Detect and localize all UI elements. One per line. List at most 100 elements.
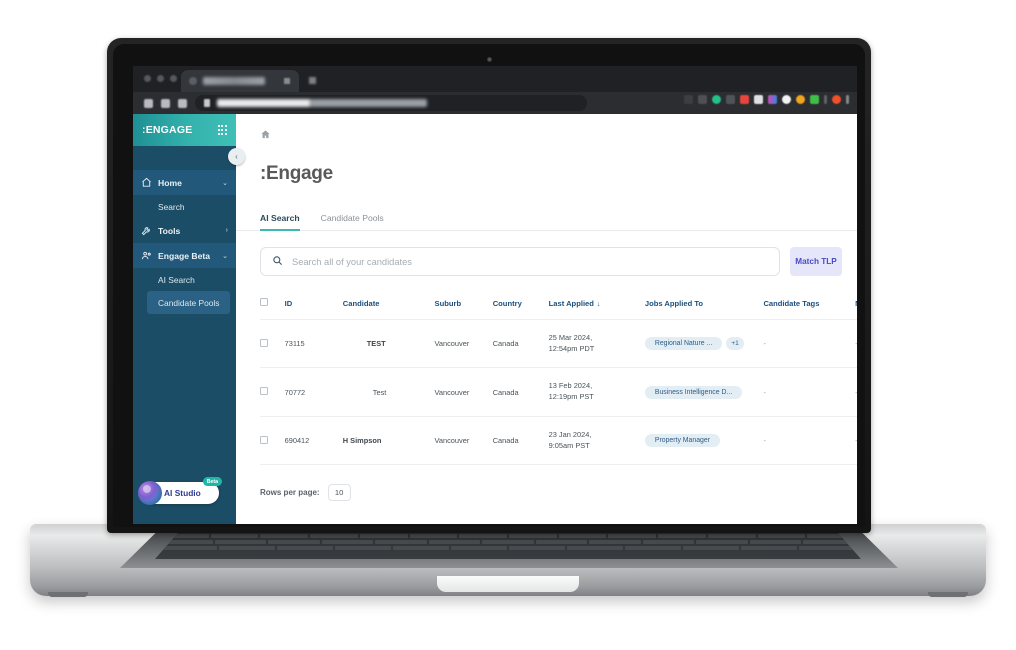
sidebar-item-home[interactable]: Home ⌄: [133, 170, 236, 195]
checkbox-icon[interactable]: [260, 435, 268, 444]
table-row[interactable]: 690412 H Simpson Vancouver Canada 23 Jan…: [260, 415, 857, 466]
extension-icon-5[interactable]: [740, 95, 749, 104]
ai-studio-button[interactable]: AI Studio Beta: [138, 477, 222, 505]
sidebar-collapse-button[interactable]: ‹: [228, 148, 245, 165]
extension-tray[interactable]: [684, 95, 849, 104]
extension-icon-10[interactable]: [810, 95, 819, 104]
ai-studio-container: AI Studio Beta: [133, 477, 236, 524]
tab-ai-search[interactable]: AI Search: [260, 213, 300, 231]
column-header-jobs-applied-to[interactable]: Jobs Applied To: [645, 298, 764, 320]
beta-badge: Beta: [202, 477, 222, 486]
extension-icon-7[interactable]: [768, 95, 777, 104]
laptop-mockup-scene: :ENGAGE ‹ Home ⌄ Search Tools › Engage B…: [0, 0, 1016, 650]
extension-icon-4[interactable]: [726, 95, 735, 104]
extension-icon-6[interactable]: [754, 95, 763, 104]
checkbox-icon[interactable]: [260, 298, 268, 306]
job-chip[interactable]: Property Manager: [644, 434, 720, 448]
window-controls[interactable]: [144, 75, 177, 82]
job-chip-overflow[interactable]: +1: [726, 337, 744, 351]
tab-title-blurred: [203, 77, 265, 85]
sidebar-brand[interactable]: :ENGAGE: [133, 114, 236, 146]
table-row[interactable]: 70772 Test Vancouver Canada 13 Feb 2024,…: [260, 367, 857, 417]
select-all-header[interactable]: [260, 298, 285, 320]
rows-per-page-select[interactable]: 10: [327, 484, 351, 502]
table-header-row: ID Candidate Suburb Country Last Applied…: [260, 298, 857, 320]
ai-orb-icon: [138, 481, 162, 505]
cell-suburb: Vancouver: [434, 318, 493, 368]
breadcrumb[interactable]: [236, 114, 857, 145]
row-checkbox-cell[interactable]: [260, 318, 285, 368]
column-header-id[interactable]: ID: [285, 298, 343, 320]
sidebar-item-label: Home: [158, 177, 182, 188]
main-content: :Engage AI Search Candidate Pools Search…: [236, 114, 857, 524]
applied-date: 13 Feb 2024,: [548, 381, 593, 391]
back-arrow-icon[interactable]: [144, 99, 153, 108]
sidebar-nav: Home ⌄ Search Tools › Engage Beta ⌄ AI S…: [133, 146, 236, 314]
extension-icon-3[interactable]: [712, 95, 721, 104]
trackpad-notch: [437, 576, 579, 592]
column-header-candidate-tags[interactable]: Candidate Tags: [763, 298, 855, 320]
window-close-dot[interactable]: [144, 75, 151, 82]
cell-suburb: Vancouver: [434, 367, 493, 417]
sidebar: :ENGAGE ‹ Home ⌄ Search Tools › Engage B…: [133, 114, 245, 524]
row-checkbox-cell[interactable]: [260, 367, 285, 417]
grid-apps-icon[interactable]: [217, 125, 227, 135]
column-header-country[interactable]: Country: [493, 298, 549, 320]
table-row[interactable]: 73115 TEST Vancouver Canada 25 Mar 2024,…: [260, 318, 857, 368]
reload-icon[interactable]: [178, 99, 187, 108]
rows-per-page-label: Rows per page:: [260, 488, 320, 498]
cell-id: 690412: [284, 415, 343, 466]
webcam-icon: [487, 57, 492, 62]
extension-icon-11[interactable]: [824, 95, 827, 104]
cell-candidate: Test: [342, 367, 435, 417]
applied-time: 12:54pm PDT: [548, 343, 595, 353]
search-input[interactable]: Search all of your candidates: [260, 247, 780, 276]
sidebar-item-tools[interactable]: Tools ›: [133, 218, 236, 243]
extension-icon-1[interactable]: [684, 95, 693, 104]
cell-candidate: TEST: [342, 318, 435, 368]
tab-close-icon[interactable]: [284, 78, 290, 84]
column-header-not[interactable]: Not: [855, 298, 857, 320]
chevron-right-icon: ›: [225, 227, 228, 234]
job-chip[interactable]: Business Intelligence D...: [644, 385, 743, 399]
column-header-suburb[interactable]: Suburb: [435, 298, 493, 320]
applied-time: 9:05am PST: [548, 440, 590, 450]
extension-icon-12[interactable]: [832, 95, 841, 104]
sidebar-item-search[interactable]: Search: [133, 195, 236, 218]
extension-icon-8[interactable]: [782, 95, 791, 104]
cell-last-applied: 23 Jan 2024, 9:05am PST: [548, 415, 645, 466]
sort-descending-icon[interactable]: ↓: [597, 301, 601, 308]
extension-icon-13[interactable]: [846, 95, 849, 104]
sidebar-item-label: Tools: [158, 225, 181, 236]
window-maximize-dot[interactable]: [170, 75, 177, 82]
job-chip[interactable]: Regional Nature ...: [644, 337, 723, 351]
tab-candidate-pools[interactable]: Candidate Pools: [321, 213, 384, 230]
sidebar-item-candidate-pools[interactable]: Candidate Pools: [147, 291, 230, 314]
column-header-last-applied[interactable]: Last Applied ↓: [549, 298, 645, 320]
browser-tab[interactable]: [181, 70, 299, 92]
cell-suburb: Vancouver: [434, 415, 493, 466]
people-icon: [141, 250, 152, 261]
app-viewport: :ENGAGE ‹ Home ⌄ Search Tools › Engage B…: [133, 114, 857, 524]
screen: :ENGAGE ‹ Home ⌄ Search Tools › Engage B…: [133, 66, 857, 524]
favicon-icon: [189, 77, 197, 85]
row-checkbox-cell[interactable]: [260, 415, 285, 466]
cell-country: Canada: [492, 318, 549, 368]
sidebar-item-ai-search[interactable]: AI Search: [133, 268, 236, 291]
column-header-candidate[interactable]: Candidate: [343, 298, 435, 320]
rows-per-page: Rows per page: 10: [236, 465, 857, 502]
sidebar-item-engage-beta[interactable]: Engage Beta ⌄: [133, 243, 236, 268]
extension-icon-2[interactable]: [698, 95, 707, 104]
url-input[interactable]: [195, 95, 587, 111]
search-icon: [272, 253, 283, 271]
home-icon[interactable]: [260, 127, 271, 145]
cell-candidate: H Simpson: [342, 415, 435, 466]
checkbox-icon[interactable]: [260, 387, 268, 396]
match-tlp-button[interactable]: Match TLP: [790, 247, 842, 276]
new-tab-plus-icon[interactable]: [309, 77, 316, 84]
window-minimize-dot[interactable]: [157, 75, 164, 82]
cell-not: -: [855, 415, 857, 466]
extension-icon-9[interactable]: [796, 95, 805, 104]
checkbox-icon[interactable]: [260, 338, 268, 347]
forward-arrow-icon[interactable]: [161, 99, 170, 108]
